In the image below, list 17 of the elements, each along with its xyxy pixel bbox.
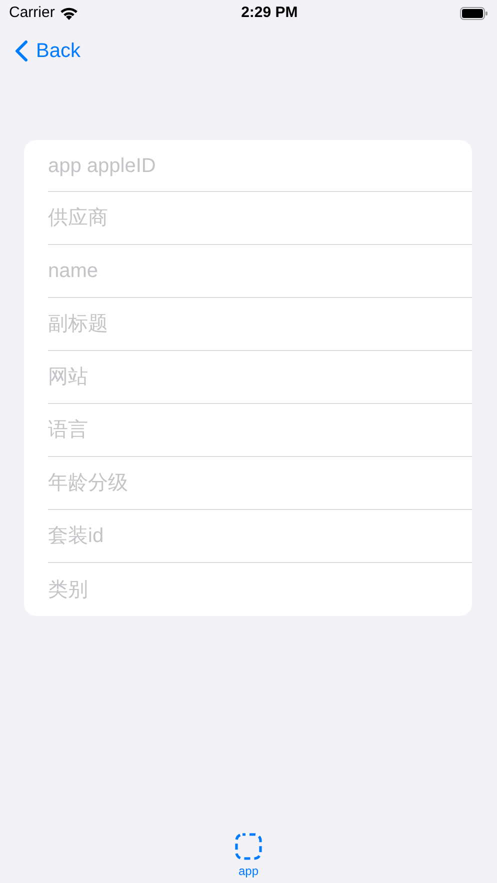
text-field[interactable]: 副标题 (48, 309, 472, 339)
tab-item[interactable]: app (235, 825, 262, 883)
text-field[interactable]: 套装id (48, 521, 472, 551)
wifi-icon (58, 6, 79, 20)
text-field[interactable]: name (48, 256, 472, 286)
text-field[interactable]: 类别 (48, 574, 472, 604)
text-field[interactable]: 年龄分级 (48, 468, 472, 498)
clock-time: 2:29 PM (241, 2, 298, 23)
dashed-square-icon (235, 833, 262, 860)
text-field[interactable]: 供应商 (48, 203, 472, 233)
battery-icon (460, 6, 488, 20)
text-field[interactable]: app appleID (48, 150, 472, 180)
back-button[interactable]: Back (14, 36, 80, 66)
chevron-left-icon (14, 40, 28, 62)
carrier-label: Carrier (9, 2, 55, 23)
text-field[interactable]: 网站 (48, 362, 472, 392)
text-field[interactable]: 语言 (48, 415, 472, 445)
